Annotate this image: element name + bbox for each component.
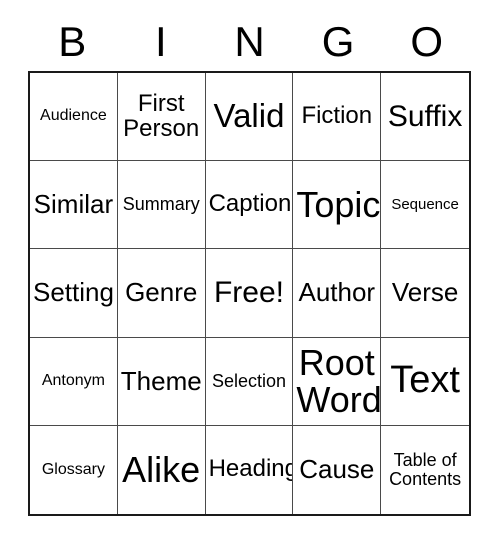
bingo-cell-free-space[interactable]: Free! — [205, 249, 294, 338]
header-letter-i: I — [155, 18, 167, 65]
bingo-cell-n5[interactable]: Heading — [205, 425, 294, 514]
bingo-cell-n2[interactable]: Caption — [205, 161, 294, 250]
bingo-cell-b2[interactable]: Similar — [30, 161, 118, 250]
bingo-cell-n4[interactable]: Selection — [205, 337, 294, 426]
bingo-cell-b5[interactable]: Glossary — [30, 425, 118, 514]
bingo-cell-o1[interactable]: Suffix — [381, 73, 469, 162]
bingo-cell-i4[interactable]: Theme — [117, 337, 206, 426]
bingo-cell-i1[interactable]: First Person — [117, 73, 206, 162]
bingo-cell-label: Glossary — [41, 460, 105, 478]
bingo-cell-o5[interactable]: Table of Contents — [381, 425, 469, 514]
bingo-cell-g3[interactable]: Author — [293, 249, 382, 338]
bingo-cell-label: Similar — [33, 189, 114, 220]
bingo-cell-label: Audience — [40, 107, 107, 125]
bingo-cell-i2[interactable]: Summary — [117, 161, 206, 250]
bingo-cell-g1[interactable]: Fiction — [293, 73, 382, 162]
bingo-cell-o3[interactable]: Verse — [381, 249, 469, 338]
header-letter-n: N — [234, 18, 265, 65]
bingo-cell-label: Valid — [213, 97, 285, 135]
bingo-cell-g5[interactable]: Cause — [293, 425, 382, 514]
bingo-cell-label: Alike — [122, 449, 201, 491]
bingo-cell-label: Free! — [213, 276, 284, 310]
bingo-cell-label: Suffix — [387, 100, 463, 133]
bingo-cell-label: Root Word — [296, 341, 382, 421]
bingo-header-row: B I N G O — [28, 16, 471, 68]
bingo-cell-label: Summary — [122, 194, 200, 215]
bingo-cell-label: Setting — [33, 277, 114, 308]
bingo-cell-o4[interactable]: Text — [381, 337, 469, 426]
bingo-grid: Audience First Person Valid Fiction Suff… — [28, 71, 471, 516]
bingo-cell-label: Table of Contents — [389, 450, 462, 489]
bingo-cell-label: Heading — [208, 455, 294, 483]
bingo-cell-label: First Person — [123, 89, 200, 142]
bingo-cell-b4[interactable]: Antonym — [30, 337, 118, 426]
bingo-cell-label: Author — [298, 277, 376, 308]
bingo-cell-label: Selection — [211, 370, 287, 391]
bingo-cell-label: Theme — [120, 365, 202, 396]
bingo-cell-o2[interactable]: Sequence — [381, 161, 469, 250]
bingo-cell-label: Antonym — [41, 371, 105, 389]
bingo-cell-label: Verse — [391, 277, 459, 308]
header-letter-g: G — [321, 18, 355, 65]
bingo-cell-label: Fiction — [301, 102, 373, 130]
bingo-cell-b1[interactable]: Audience — [30, 73, 118, 162]
bingo-cell-g4[interactable]: Root Word — [293, 337, 382, 426]
bingo-cell-label: Genre — [125, 277, 198, 308]
bingo-cell-g2[interactable]: Topic — [293, 161, 382, 250]
bingo-cell-label: Sequence — [391, 195, 459, 213]
bingo-cell-n1[interactable]: Valid — [205, 73, 294, 162]
bingo-cell-b3[interactable]: Setting — [30, 249, 118, 338]
header-letter-o: O — [410, 18, 443, 65]
bingo-card: B I N G O Audience First Person Valid Fi… — [0, 0, 500, 544]
bingo-cell-label: Cause — [299, 454, 375, 485]
bingo-cell-label: Caption — [208, 190, 292, 218]
bingo-cell-i5[interactable]: Alike — [117, 425, 206, 514]
bingo-cell-label: Topic — [296, 184, 381, 226]
bingo-cell-label: Text — [390, 359, 460, 402]
header-letter-b: B — [58, 18, 87, 65]
bingo-cell-i3[interactable]: Genre — [117, 249, 206, 338]
